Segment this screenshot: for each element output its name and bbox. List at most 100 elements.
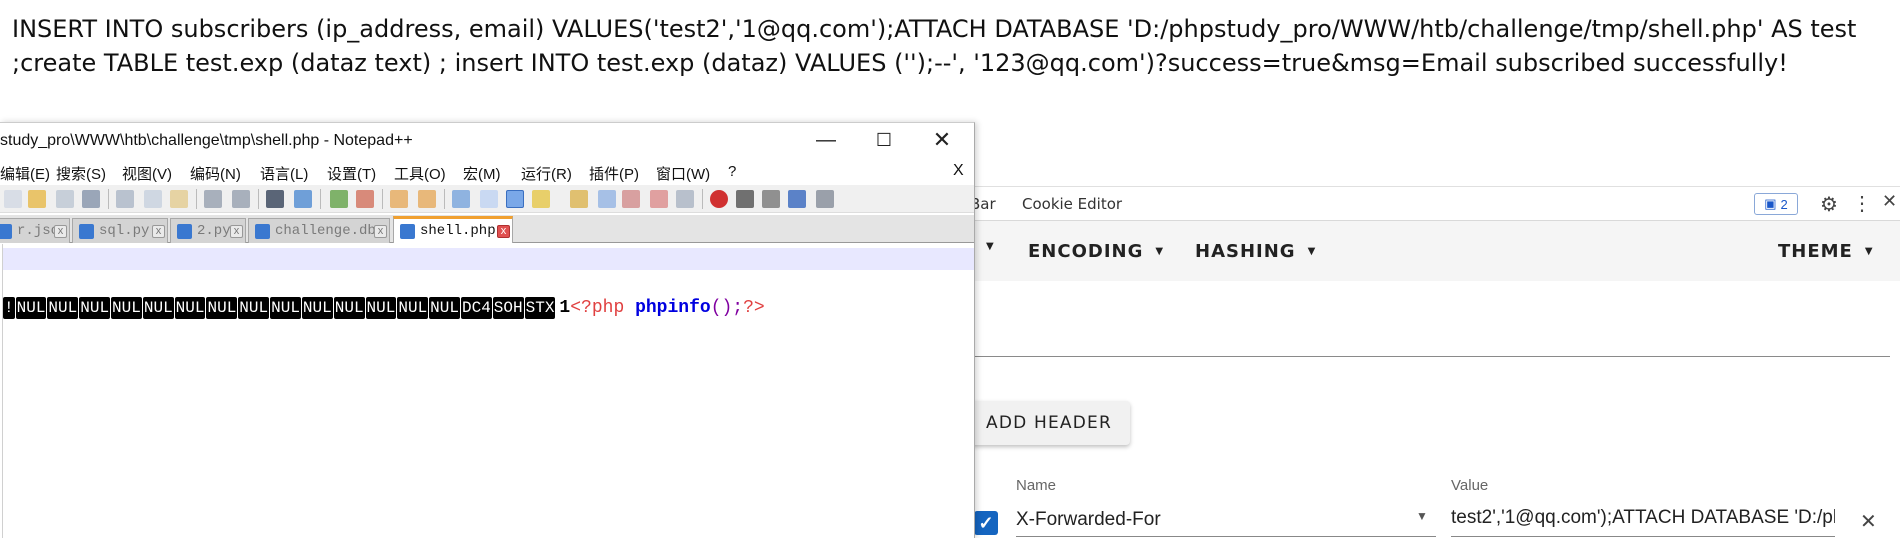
- zoom-in-icon[interactable]: [330, 190, 348, 208]
- sync-vertical-icon[interactable]: [390, 190, 408, 208]
- print-icon[interactable]: [82, 190, 100, 208]
- undo-icon[interactable]: [204, 190, 222, 208]
- menu-search[interactable]: 搜索(S): [56, 163, 106, 184]
- tab-label: challenge.db: [275, 223, 376, 239]
- close-tab-icon[interactable]: x: [54, 225, 67, 238]
- header-value-input[interactable]: test2','1@qq.com');ATTACH DATABASE 'D:/p…: [1451, 497, 1835, 537]
- menu-run[interactable]: 运行(R): [521, 163, 572, 184]
- url-input-underline[interactable]: [960, 356, 1890, 357]
- control-char-token: NUL: [397, 297, 429, 319]
- control-char-token: NUL: [174, 297, 206, 319]
- sync-horizontal-icon[interactable]: [418, 190, 436, 208]
- zoom-out-icon[interactable]: [356, 190, 374, 208]
- gear-icon[interactable]: ⚙: [1820, 192, 1838, 217]
- minimize-button[interactable]: —: [806, 127, 846, 155]
- cut-icon[interactable]: [116, 190, 134, 208]
- document-tab[interactable]: challenge.db x: [248, 218, 390, 243]
- folder-workspace-icon[interactable]: [650, 190, 668, 208]
- response-line-1: INSERT INTO subscribers (ip_address, ema…: [12, 15, 1857, 43]
- lang-icon[interactable]: [532, 190, 550, 208]
- tab-label: 2.py: [197, 223, 231, 239]
- record-macro-icon[interactable]: [710, 190, 728, 208]
- control-char-token: NUL: [15, 297, 47, 319]
- php-open-tag: <?php: [570, 298, 625, 318]
- control-char-token: NUL: [238, 297, 270, 319]
- tab-cookie-editor[interactable]: Cookie Editor: [1022, 195, 1122, 213]
- header-row: ✓ Name X-Forwarded-For ▼ Value test2','1…: [960, 467, 1900, 538]
- replace-icon[interactable]: [294, 190, 312, 208]
- paste-icon[interactable]: [170, 190, 188, 208]
- monitor-icon[interactable]: [676, 190, 694, 208]
- maximize-button[interactable]: ☐: [864, 127, 904, 155]
- header-value-label: Value: [1451, 477, 1489, 494]
- menu-hashing[interactable]: HASHING ▼: [1195, 241, 1316, 262]
- indent-guide-icon[interactable]: [506, 190, 524, 208]
- menu-plugins[interactable]: 插件(P): [589, 163, 639, 184]
- menu-language[interactable]: 语言(L): [260, 163, 308, 184]
- delete-header-icon[interactable]: ✕: [1860, 509, 1877, 534]
- devtools-tabbar: Bar Cookie Editor ▣ 2 ⚙ ⋮ ✕: [960, 187, 1900, 221]
- document-tab[interactable]: 2.py x: [170, 218, 246, 243]
- play-macro-icon[interactable]: [762, 190, 780, 208]
- issues-count: 2: [1780, 196, 1788, 212]
- show-symbols-icon[interactable]: [480, 190, 498, 208]
- close-tab-icon[interactable]: x: [230, 225, 243, 238]
- document-tab[interactable]: sql.py x: [72, 218, 168, 243]
- toolbar-divider: [382, 189, 383, 209]
- close-document-button[interactable]: X: [953, 162, 964, 180]
- window-titlebar[interactable]: study_pro\WWW\htb\challenge\tmp\shell.ph…: [0, 123, 974, 159]
- close-tab-icon[interactable]: x: [374, 225, 387, 238]
- close-icon[interactable]: ✕: [1882, 191, 1897, 212]
- open-file-icon[interactable]: [28, 190, 46, 208]
- save-icon[interactable]: [56, 190, 74, 208]
- document-tab-active[interactable]: shell.php x: [393, 216, 513, 243]
- document-tab[interactable]: r.json x: [0, 218, 70, 243]
- word-wrap-icon[interactable]: [452, 190, 470, 208]
- header-enabled-checkbox[interactable]: ✓: [974, 511, 998, 535]
- close-tab-icon[interactable]: x: [497, 225, 510, 238]
- stop-macro-icon[interactable]: [736, 190, 754, 208]
- hackbar-toolbar: ▼ ENCODING ▼ HASHING ▼ THEME ▼: [960, 221, 1900, 281]
- run-macro-multiple-icon[interactable]: [788, 190, 806, 208]
- control-char-token: NUL: [142, 297, 174, 319]
- menu-theme[interactable]: THEME ▼: [1778, 241, 1874, 262]
- copy-icon[interactable]: [144, 190, 162, 208]
- redo-icon[interactable]: [232, 190, 250, 208]
- save-macro-icon[interactable]: [816, 190, 834, 208]
- toolbar-divider: [258, 189, 259, 209]
- menu-window[interactable]: 窗口(W): [656, 163, 710, 184]
- digit-token: 1: [559, 298, 571, 318]
- menu-previous[interactable]: ▼: [974, 241, 995, 252]
- more-options-icon[interactable]: ⋮: [1852, 191, 1872, 216]
- menu-view[interactable]: 视图(V): [122, 163, 172, 184]
- doc-list-icon[interactable]: [598, 190, 616, 208]
- close-tab-icon[interactable]: x: [152, 225, 165, 238]
- header-name-label: Name: [1016, 477, 1057, 494]
- issues-badge[interactable]: ▣ 2: [1754, 193, 1798, 215]
- find-icon[interactable]: [266, 190, 284, 208]
- control-char-token: DC4: [460, 297, 492, 319]
- close-window-button[interactable]: ✕: [922, 127, 962, 155]
- control-char-token: STX: [524, 297, 556, 319]
- menu-encoding[interactable]: ENCODING ▼: [1028, 241, 1164, 262]
- function-list-icon[interactable]: [622, 190, 640, 208]
- tab-label: shell.php: [420, 223, 496, 239]
- chevron-down-icon[interactable]: ▼: [1416, 509, 1428, 523]
- menu-macro[interactable]: 宏(M): [463, 163, 501, 184]
- toolbar-divider: [108, 189, 109, 209]
- menu-encoding[interactable]: 编码(N): [190, 163, 241, 184]
- code-line: ! NUL NUL NUL NUL NUL NUL NUL NUL NUL NUL NUL NUL NU…: [3, 294, 765, 322]
- header-name-input[interactable]: X-Forwarded-For: [1016, 497, 1436, 537]
- control-char-token: NUL: [365, 297, 397, 319]
- menu-tools[interactable]: 工具(O): [394, 163, 446, 184]
- new-file-icon[interactable]: [4, 190, 22, 208]
- add-header-button[interactable]: ADD HEADER: [968, 401, 1130, 445]
- file-icon: [79, 224, 94, 239]
- menu-edit[interactable]: 编辑(E): [0, 163, 50, 184]
- menu-help[interactable]: ?: [728, 163, 736, 180]
- code-editor[interactable]: ! NUL NUL NUL NUL NUL NUL NUL NUL NUL NUL NUL NUL NU…: [0, 244, 974, 538]
- menu-settings[interactable]: 设置(T): [327, 163, 376, 184]
- current-line-highlight: [2, 248, 974, 270]
- doc-map-icon[interactable]: [570, 190, 588, 208]
